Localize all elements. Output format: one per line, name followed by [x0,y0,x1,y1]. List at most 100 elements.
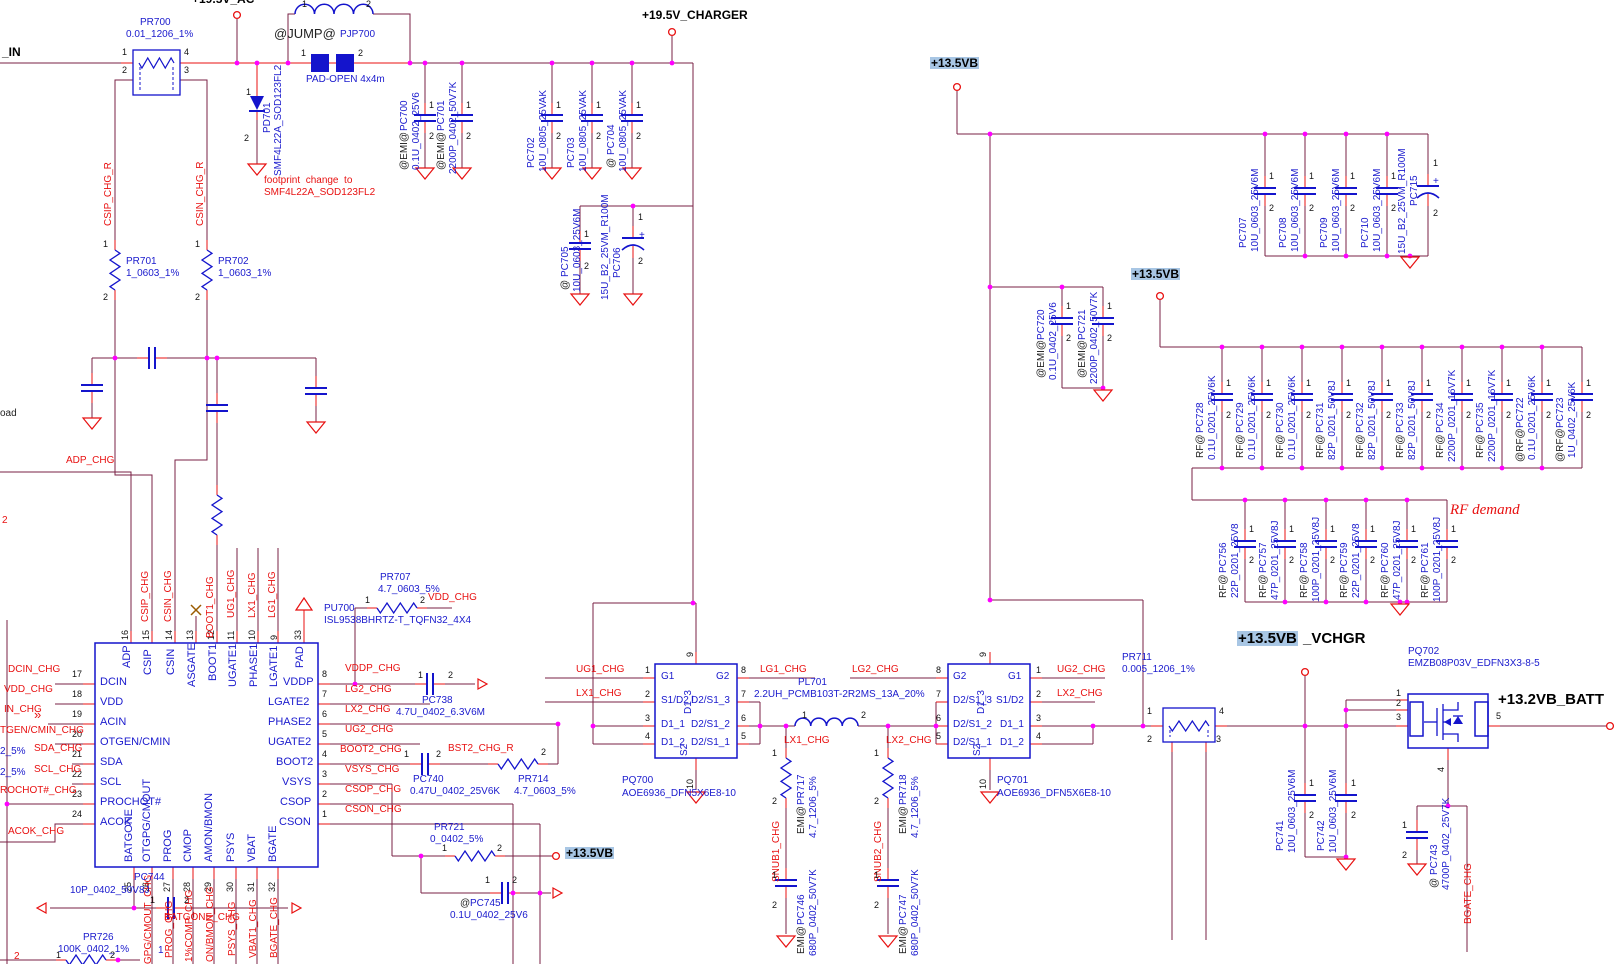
component-label: G2 [716,671,730,682]
junction-dot [590,723,596,729]
component-label: D2/S1_2 [953,719,992,730]
component-label: PC731 [1315,402,1326,433]
junction-dot [459,60,465,66]
pin-number: 1 [802,710,808,720]
wire [0,471,132,631]
junction-dot [1343,253,1349,259]
net-label: LX2_CHG [345,704,391,715]
component-label: 0.1U_0402_25V6 [411,92,422,170]
mosfet-glyph [1453,716,1463,724]
component-label: AOE6936_DFN5X6E8-10 [622,788,736,799]
pin-number: 2 [1351,810,1357,820]
junction-dot [1459,344,1465,350]
pin-number: 1 [302,0,308,9]
pin-number: 2 [1451,555,1457,565]
pin-number: 1 [442,843,448,853]
component-label: 1U_0402_25V6K [1567,381,1578,458]
ic-pin-name: VDDP [283,676,314,688]
pin-number: 2 [1309,810,1315,820]
junction-dot [1299,465,1305,471]
ground-symbol [569,293,591,306]
component-label: S1/D2 [996,695,1024,706]
pin-number: 1 [1266,378,1272,388]
junction-dot [629,60,635,66]
label-prefix: RF@ [1339,574,1350,598]
resistor-symbol [497,757,539,771]
pin-number: 2 [1466,410,1472,420]
label-prefix: RF@ [1380,574,1391,598]
junction-dot [1282,497,1288,503]
net-label: CSIN_CHG [163,570,174,622]
ic-pin-name: VDD [100,696,124,708]
pin-number: 1 [1226,378,1232,388]
pin-number: 1 [1546,378,1552,388]
net-label: CSIN_CHG_R [195,161,206,226]
net-name: +19.5V_CHARGER [642,8,748,22]
pin-number: 1 [418,670,424,680]
component-label: 47P_0201_25V8J [1270,520,1281,600]
ic-pin-name: AMON/BMON [203,792,215,862]
label-prefix: RF@ [1420,574,1431,598]
label-prefix: @ [606,157,617,168]
off-page-connector-icon [552,886,564,900]
component-label: D1_3 [683,690,694,714]
component-label: PC740 [413,774,444,785]
junction-dot [1299,344,1305,350]
pin-number: 9 [978,651,988,657]
label-prefix: @ [1429,877,1440,888]
junction-dot [1323,497,1329,503]
pin-number: 1 [404,749,410,759]
pin-number: 2 [322,789,328,799]
component-label: PR702 [218,256,249,267]
pin-number: 1 [195,239,201,249]
junction-dot [987,284,993,290]
junction-dot [1242,497,1248,503]
pin-number: 2 [512,875,518,885]
pin-number: 13 [185,629,195,640]
pin-number: 1 [122,47,128,57]
pin-number: 1 [772,748,778,758]
junction-dot [885,723,891,729]
component-label: PC730 [1275,402,1286,433]
junction-dot [757,723,763,729]
label-prefix: RF@ [1195,434,1206,458]
ic-pin-name: LGATE1 [268,645,280,687]
pin-number: 2 [1269,203,1275,213]
ground-symbol [775,935,797,948]
junction-dot [1219,465,1225,471]
junction-dot [1282,599,1288,605]
mosfet-glyph [1443,733,1459,742]
pin-number: 1 [1066,301,1072,311]
net-terminal [1300,667,1310,677]
pin-number: 1 [645,665,651,675]
junction-dot [1262,131,1268,137]
component-label: 2200P_0402_50V7K [1089,291,1100,384]
net-label: BOOT2_CHG [340,744,402,755]
label-prefix: RF@ [1235,434,1246,458]
pin-number: 2 [103,292,109,302]
pin-number: 9 [269,634,279,640]
ic-pin-name: SCL [100,776,122,788]
pin-number: 1 [1351,778,1357,788]
net-name: +19.5V_AC [192,0,254,5]
component-label: PJP700 [340,29,376,40]
component-label: PC761 [1420,542,1431,573]
ic-pin-name: BGATE [267,825,279,862]
label-prefix: RF@ [1275,434,1286,458]
component-label: PU700 [324,603,355,614]
component-label: 2200P_0402_50V7K [448,81,459,174]
resistor-symbol [210,494,224,536]
component-label: 0.47U_0402_25V6K [410,786,501,797]
label-prefix: RF@ [1475,434,1486,458]
pin-number: 2 [1266,410,1272,420]
component-label: PC733 [1395,402,1406,433]
pin-number: 32 [267,881,277,892]
jumper-pad [336,54,354,72]
net-label: LX2_CHG [1057,688,1103,699]
pin-number: 1 [1386,378,1392,388]
component-label: 100K_0402_1% [58,944,130,955]
component-label: PC735 [1475,402,1486,433]
component-label: PD701 [262,102,273,133]
component-label: 0.1U_0402_25V6 [450,910,528,921]
component-label: 10U_0603_25V6M [572,208,583,292]
